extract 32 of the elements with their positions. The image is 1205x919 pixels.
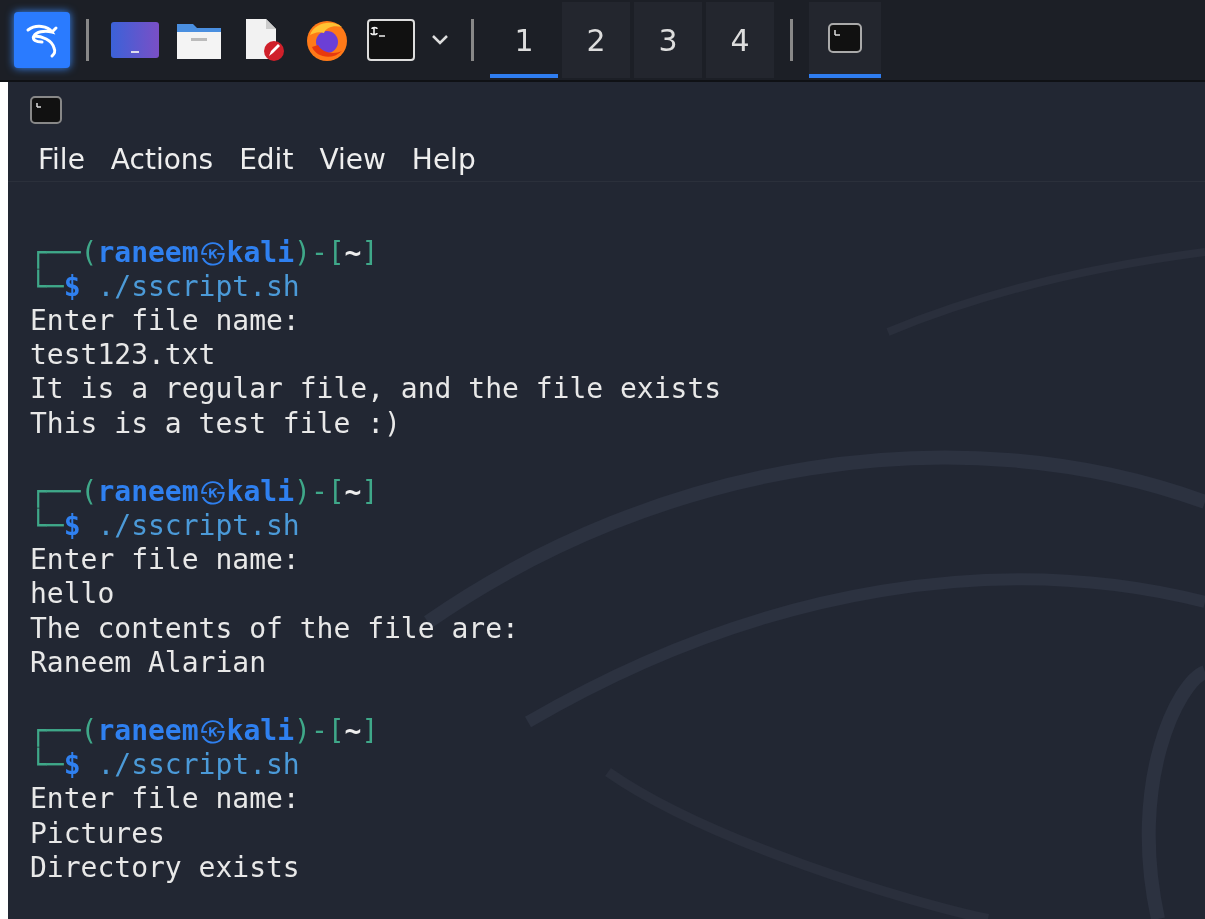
terminal-icon [30,96,62,125]
output-line: Pictures [30,816,165,851]
command-line: └─$ ./sscript.sh [30,269,300,304]
output-line: Enter file name: [30,782,300,817]
workspace-tab[interactable]: 3 [634,2,702,78]
output-line: Directory exists [30,850,300,885]
terminal-icon [828,23,862,53]
output-line: test123.txt [30,338,216,373]
terminal-task-button[interactable] [809,2,881,78]
prompt-line: ┌──(raneem㉿kali)-[~] [30,474,379,508]
output-line: It is a regular file, and the file exists [30,372,722,407]
menu-item[interactable]: Edit [231,138,302,180]
terminal-icon [367,19,415,61]
command-line: └─$ ./sscript.sh [30,508,300,544]
menu-item[interactable]: File [30,138,93,180]
output-line: Enter file name: [30,303,300,339]
prompt-line: ┌──(raneem㉿kali)-[~] [30,235,379,269]
workspace-tab[interactable]: 4 [706,2,774,78]
command-line: └─$ ./sscript.sh [30,748,300,783]
menu-item[interactable]: View [311,138,394,180]
app-menu-button[interactable] [14,12,70,68]
chevron-down-icon [431,34,449,46]
output-line: The contents of the file are: [30,611,519,646]
output-line: Raneem Alarian [30,645,266,680]
output-line: Enter file name: [30,543,300,578]
prompt-line: ┌──(raneem㉿kali)-[~] [30,714,379,747]
menu-item[interactable]: Help [403,138,484,180]
output-line: hello [30,577,115,612]
workspace-tab[interactable]: 2 [562,2,630,78]
desktop-icon [111,22,159,58]
output-line: This is a test file :) [30,406,401,441]
menu-item[interactable]: Actions [102,138,222,180]
